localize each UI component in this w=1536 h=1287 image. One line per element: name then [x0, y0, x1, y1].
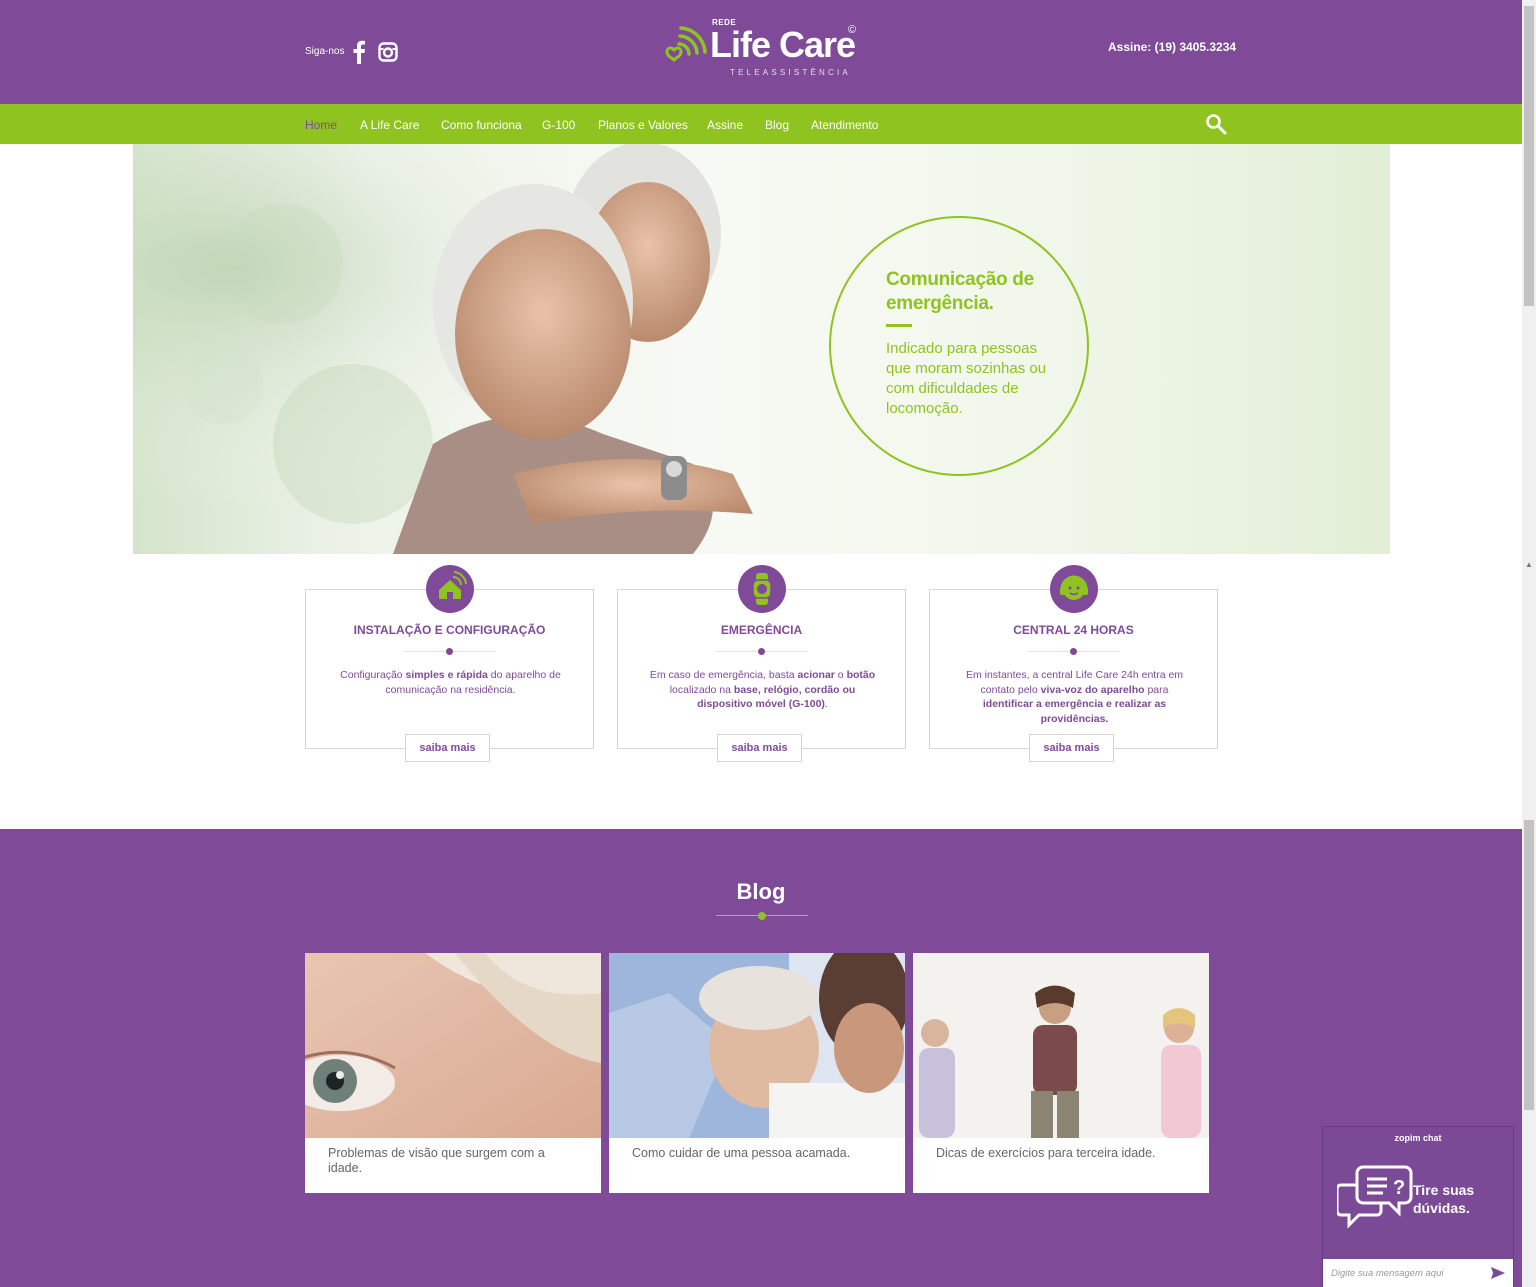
watch-icon	[738, 565, 786, 613]
feature-dot	[758, 648, 765, 655]
logo-subtitle: TELEASSISTÊNCIA	[730, 68, 851, 77]
blog-title: Blog	[736, 879, 786, 904]
follow-label: Siga-nos	[305, 46, 345, 57]
blog-image-exercise[interactable]	[913, 953, 1209, 1138]
blog-image-eye[interactable]	[305, 953, 601, 1138]
logo[interactable]: REDE Life Care © TELEASSISTÊNCIA	[660, 18, 860, 80]
facebook-icon[interactable]	[352, 40, 366, 64]
nav-g-100[interactable]: G-100	[542, 118, 575, 132]
feature-dot	[446, 648, 453, 655]
hero-text: Indicado para pessoas que moram sozinhas…	[886, 340, 1047, 417]
hero-title: Comunicação de emergência.	[886, 269, 1034, 314]
blog-image-bedridden[interactable]	[609, 953, 905, 1138]
search-icon[interactable]	[1205, 113, 1227, 135]
feature-instalacao: INSTALAÇÃO E CONFIGURAÇÃO Configuração s…	[305, 565, 594, 762]
phone-number[interactable]: Assine: (19) 3405.3234	[1108, 40, 1236, 54]
nav-planos-valores[interactable]: Planos e Valores	[598, 118, 688, 132]
headset-operator-icon	[1050, 565, 1098, 613]
feature-description: Em instantes, a central Life Care 24h en…	[965, 669, 1184, 725]
chat-brand: zopim chat	[1394, 1133, 1442, 1143]
feature-title: CENTRAL 24 HORAS	[1013, 623, 1134, 637]
saiba-mais-button[interactable]: saiba mais	[1029, 734, 1114, 762]
feature-dot	[1070, 648, 1077, 655]
site-header: Siga-nos REDE Life Care © TELEASSISTÊNCI…	[0, 0, 1522, 104]
scrollbar-thumb[interactable]	[1524, 6, 1534, 306]
feature-central-24h: CENTRAL 24 HORAS Em instantes, a central…	[929, 565, 1218, 762]
blog-card[interactable]: Como cuidar de uma pessoa acamada.	[609, 953, 905, 1193]
chat-label: Tire suas dúvidas.	[1413, 1182, 1475, 1216]
feature-title: EMERGÊNCIA	[720, 623, 803, 637]
feature-title: INSTALAÇÃO E CONFIGURAÇÃO	[353, 623, 546, 637]
blog-dot	[758, 912, 766, 920]
nav-como-funciona[interactable]: Como funciona	[441, 118, 522, 132]
saiba-mais-button[interactable]: saiba mais	[405, 734, 490, 762]
chat-widget[interactable]: zopim chat ? Tire suas dúvidas. Digite s…	[1322, 1126, 1514, 1287]
nav-blog[interactable]: Blog	[765, 118, 789, 132]
nav-a-life-care[interactable]: A Life Care	[360, 118, 419, 132]
chat-placeholder: Digite sua mensagem aqui	[1331, 1268, 1444, 1279]
feature-emergencia: EMERGÊNCIA Em caso de emergência, basta …	[617, 565, 906, 762]
logo-signal-heart-icon	[665, 26, 707, 63]
svg-text:?: ?	[1393, 1177, 1405, 1199]
nav-atendimento[interactable]: Atendimento	[811, 118, 878, 132]
blog-post-title[interactable]: Dicas de exercícios para terceira idade.	[936, 1146, 1186, 1161]
blog-card[interactable]: Dicas de exercícios para terceira idade.	[913, 953, 1209, 1193]
main-nav: Home A Life Care Como funciona G-100 Pla…	[0, 104, 1522, 144]
hero-couple-image	[133, 144, 833, 554]
feature-description: Em caso de emergência, basta acionar o b…	[649, 669, 876, 710]
chat-bubble-icon: ?	[1337, 1165, 1413, 1229]
chat-message-input[interactable]: Digite sua mensagem aqui	[1323, 1259, 1513, 1287]
instagram-icon[interactable]	[378, 42, 398, 62]
feature-description: Configuração simples e rápida do aparelh…	[340, 669, 561, 696]
blog-post-title[interactable]: Como cuidar de uma pessoa acamada.	[632, 1146, 882, 1161]
send-icon[interactable]	[1491, 1266, 1505, 1280]
blog-section: Blog Problemas de visão que surgem com a…	[0, 829, 1522, 1287]
nav-assine[interactable]: Assine	[707, 118, 743, 132]
nav-home[interactable]: Home	[305, 118, 337, 132]
logo-copyright: ©	[848, 24, 857, 36]
blog-post-title[interactable]: Problemas de visão que surgem com a idad…	[328, 1146, 578, 1176]
scrollbar-thumb-lower[interactable]	[1524, 820, 1534, 1110]
saiba-mais-button[interactable]: saiba mais	[717, 734, 802, 762]
scroll-up-arrow-icon[interactable]: ▲	[1525, 560, 1533, 569]
logo-name: Life Care	[710, 24, 856, 65]
house-signal-icon	[426, 565, 474, 613]
hero-banner: Comunicação de emergência. Indicado para…	[133, 144, 1390, 554]
page-scrollbar[interactable]: ▲	[1522, 0, 1536, 1287]
hero-divider	[886, 324, 912, 327]
blog-card[interactable]: Problemas de visão que surgem com a idad…	[305, 953, 601, 1193]
